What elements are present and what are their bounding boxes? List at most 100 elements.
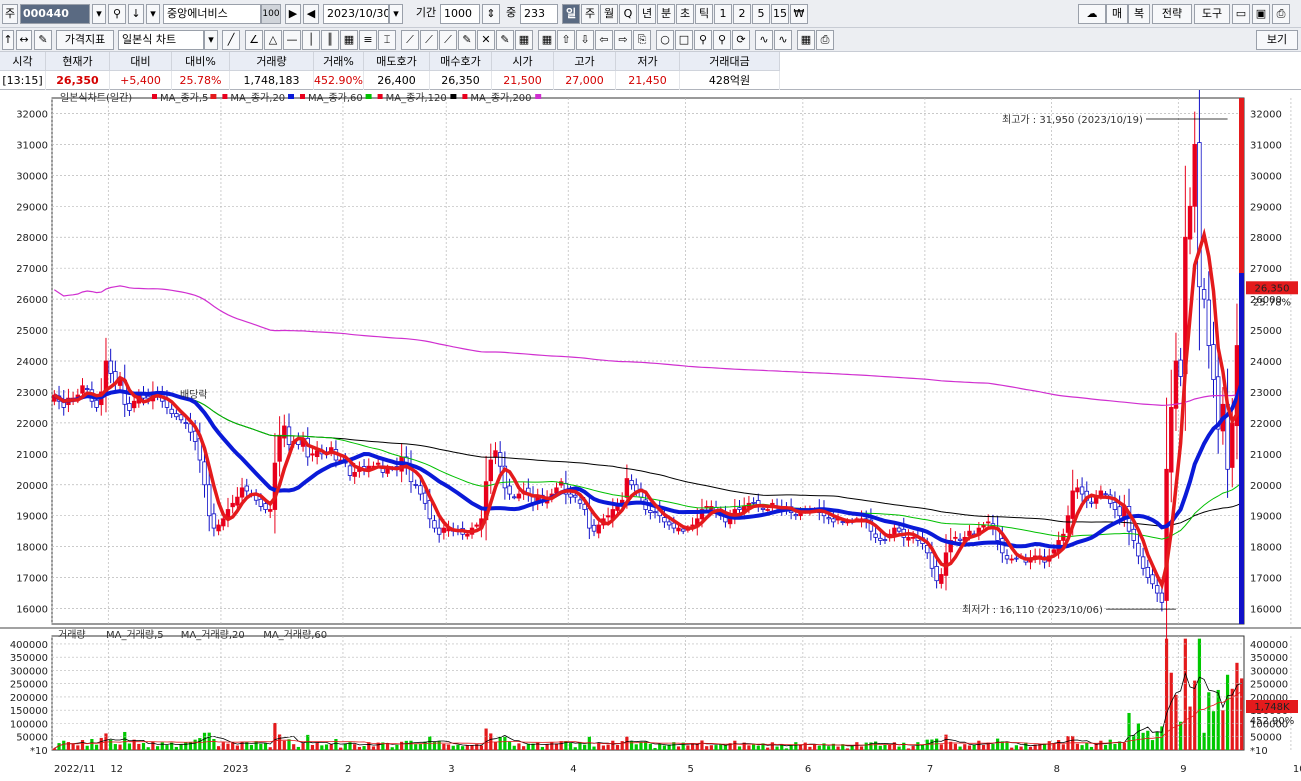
interval-tab[interactable]: 월	[600, 4, 618, 24]
chart-type-dropdown-icon[interactable]: ▾	[204, 30, 218, 50]
angle-icon[interactable]: ∠	[245, 30, 263, 50]
up-icon[interactable]: ⇧	[557, 30, 575, 50]
tools-button[interactable]: 도구	[1194, 4, 1230, 24]
volume-bar	[456, 744, 460, 750]
marker-icon[interactable]: ✎	[496, 30, 514, 50]
volume-bar	[658, 744, 662, 750]
lines-icon[interactable]: ≡	[359, 30, 377, 50]
x-tick-label: 4	[570, 764, 576, 775]
edit-icon[interactable]: ✎	[34, 30, 52, 50]
rect-icon[interactable]: □	[675, 30, 693, 50]
buy-button[interactable]: 매	[1106, 4, 1128, 24]
volume-y-tick-left: 50000	[16, 733, 48, 744]
chart-svg[interactable]: 16000 16000 17000 17000 18000 18000 19000 19000…	[0, 63, 1301, 778]
interval-tab[interactable]: 분	[657, 4, 675, 24]
circle-icon[interactable]: ○	[656, 30, 674, 50]
refresh-icon[interactable]: ⟳	[732, 30, 750, 50]
interval-tab[interactable]: 년	[638, 4, 656, 24]
volume-bar	[1221, 710, 1225, 750]
date-input[interactable]: 2023/10/30	[323, 4, 389, 24]
price-y-tick-right: 17000	[1250, 574, 1282, 585]
printer-icon[interactable]: ⎙	[816, 30, 834, 50]
price-y-tick-right: 27000	[1250, 264, 1282, 275]
interval-tab[interactable]: 15	[771, 4, 789, 24]
folder-icon[interactable]: ▭	[1232, 4, 1250, 24]
interval-tab[interactable]: Q	[619, 4, 637, 24]
chart-type-select[interactable]: 일본식 차트	[118, 30, 204, 50]
sort-icon[interactable]: ↓	[128, 4, 144, 24]
candle-body	[1070, 490, 1075, 519]
candle-body	[1089, 501, 1094, 504]
trendline-icon[interactable]: ╱	[222, 30, 240, 50]
candle-body	[441, 527, 447, 533]
view-button[interactable]: 보기	[1256, 30, 1298, 50]
cloud-icon[interactable]: ☁	[1078, 4, 1106, 24]
table-icon[interactable]: ▦	[538, 30, 556, 50]
search-icon[interactable]: ⚲	[108, 4, 126, 24]
expand-icon[interactable]: ↔	[16, 30, 32, 50]
volume-bar	[301, 743, 305, 750]
volume-bar	[334, 738, 338, 750]
volume-bar	[155, 746, 160, 750]
next-arrow-icon[interactable]: ▶	[285, 4, 301, 24]
interval-tab[interactable]: 2	[733, 4, 751, 24]
price-y-tick-right: 21000	[1250, 450, 1282, 461]
image-icon[interactable]: ▦	[797, 30, 815, 50]
stock-code-input[interactable]: 000440	[20, 4, 90, 24]
wave2-icon[interactable]: ∿	[774, 30, 792, 50]
stock-name-field[interactable]: 중앙에너비스	[163, 4, 261, 24]
save-icon[interactable]: ▣	[1252, 4, 1270, 24]
left-icon[interactable]: ⇦	[595, 30, 613, 50]
period-input[interactable]: 1000	[440, 4, 480, 24]
candle-body	[986, 521, 991, 524]
calc-icon[interactable]: ▦	[515, 30, 533, 50]
down-icon[interactable]: ⇩	[576, 30, 594, 50]
list-dropdown-icon[interactable]: ▾	[146, 4, 160, 24]
period-label: 기간	[415, 6, 437, 19]
vline-icon[interactable]: │	[302, 30, 320, 50]
interval-tab[interactable]: 틱	[695, 4, 713, 24]
interval-tab[interactable]: 일	[562, 4, 580, 24]
interval-tab[interactable]: 초	[676, 4, 694, 24]
code-dropdown-icon[interactable]: ▾	[92, 4, 106, 24]
print-icon[interactable]: ⎙	[1272, 4, 1290, 24]
fib-icon[interactable]: △	[264, 30, 282, 50]
compare-button[interactable]: 복	[1128, 4, 1150, 24]
zoom-in-icon[interactable]: ⚲	[694, 30, 712, 50]
interval-tab[interactable]: 1	[714, 4, 732, 24]
overlap-input[interactable]: 233	[520, 4, 558, 24]
zoom-icon[interactable]: ⇕	[482, 4, 500, 24]
hline-icon[interactable]: —	[283, 30, 301, 50]
up-arrow-icon[interactable]: ↑	[2, 30, 14, 50]
price-y-tick-left: 26000	[16, 295, 48, 306]
strategy-button[interactable]: 전략	[1152, 4, 1192, 24]
copy-icon[interactable]: ⎘	[633, 30, 651, 50]
parallel-icon[interactable]: ⟋	[439, 30, 457, 50]
market-tab[interactable]: 주	[2, 4, 18, 24]
candle-body	[216, 524, 221, 532]
interval-tab[interactable]: 5	[752, 4, 770, 24]
gann-icon[interactable]: ⌶	[378, 30, 396, 50]
right-icon[interactable]: ⇨	[614, 30, 632, 50]
volume-bar	[423, 741, 427, 750]
interval-tab[interactable]: ₩	[790, 4, 808, 24]
price-y-tick-right: 32000	[1250, 109, 1282, 120]
pencil-icon[interactable]: ✎	[458, 30, 476, 50]
grid-icon[interactable]: ▦	[340, 30, 358, 50]
volume-bar	[1160, 726, 1164, 750]
interval-tab[interactable]: 주	[581, 4, 599, 24]
delete-icon[interactable]: ✕	[477, 30, 495, 50]
indicator-button[interactable]: 가격지표	[56, 30, 114, 50]
channel-icon[interactable]: ║	[321, 30, 339, 50]
prev-arrow-icon[interactable]: ◀	[303, 4, 319, 24]
extend-icon[interactable]: ⟋	[420, 30, 438, 50]
price-y-tick-right: 29000	[1250, 202, 1282, 213]
volume-bar	[737, 746, 742, 750]
volume-bar	[526, 743, 530, 750]
wave-icon[interactable]: ∿	[755, 30, 773, 50]
candle-body	[1009, 558, 1014, 561]
candle-body	[1150, 574, 1155, 585]
ray-icon[interactable]: ⟋	[401, 30, 419, 50]
zoom-out-icon[interactable]: ⚲	[713, 30, 731, 50]
calendar-dropdown-icon[interactable]: ▾	[389, 4, 403, 24]
